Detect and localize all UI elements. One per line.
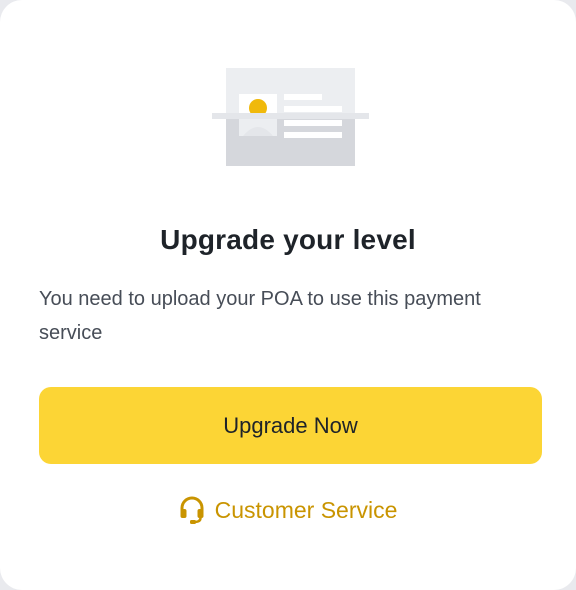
headset-icon: [180, 496, 204, 524]
customer-service-link[interactable]: Customer Service: [0, 492, 576, 528]
customer-service-label: Customer Service: [214, 496, 398, 523]
dialog-title: Upgrade your level: [160, 224, 416, 255]
upgrade-level-dialog: Upgrade your level You need to upload yo…: [0, 0, 576, 590]
dialog-message: You need to upload your POA to use this …: [39, 288, 481, 344]
upgrade-now-button[interactable]: Upgrade Now: [39, 387, 542, 464]
id-card-illustration: [212, 68, 369, 166]
